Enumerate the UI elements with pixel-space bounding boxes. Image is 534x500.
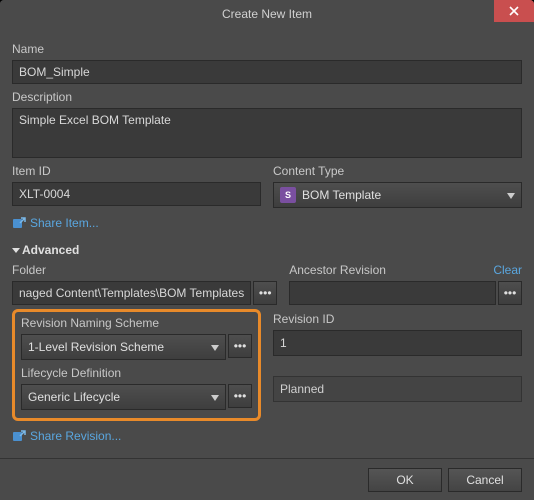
share-icon	[12, 216, 26, 230]
lifecycle-dropdown[interactable]: Generic Lifecycle	[21, 384, 226, 410]
state-display: Planned	[273, 376, 522, 402]
ancestor-input[interactable]	[289, 281, 496, 305]
description-input[interactable]: Simple Excel BOM Template	[12, 108, 522, 158]
folder-input[interactable]: naged Content\Templates\BOM Templates	[12, 281, 251, 305]
share-item-label: Share Item...	[30, 216, 99, 230]
bom-template-icon: S	[280, 187, 296, 203]
rev-id-input[interactable]	[273, 330, 522, 356]
ok-button[interactable]: OK	[368, 468, 442, 492]
content-type-dropdown[interactable]: S BOM Template	[273, 182, 522, 208]
cancel-button[interactable]: Cancel	[448, 468, 522, 492]
dialog-title: Create New Item	[222, 7, 312, 21]
share-item-link[interactable]: Share Item...	[12, 216, 99, 230]
content-type-value: BOM Template	[302, 188, 381, 202]
share-icon	[12, 429, 26, 443]
highlighted-section: Revision Naming Scheme 1-Level Revision …	[12, 309, 261, 421]
content-type-label: Content Type	[273, 164, 522, 178]
rev-scheme-label: Revision Naming Scheme	[21, 316, 252, 330]
chevron-down-icon	[211, 340, 219, 354]
name-label: Name	[12, 42, 522, 56]
share-revision-link[interactable]: Share Revision...	[12, 429, 121, 443]
share-revision-label: Share Revision...	[30, 429, 121, 443]
ancestor-browse-button[interactable]: •••	[498, 281, 522, 305]
ancestor-label: Ancestor Revision Clear	[289, 263, 522, 277]
rev-id-label: Revision ID	[273, 312, 522, 326]
rev-scheme-value: 1-Level Revision Scheme	[28, 340, 164, 354]
dialog: Create New Item Name Description Simple …	[0, 0, 534, 500]
chevron-down-icon	[211, 390, 219, 404]
folder-label: Folder	[12, 263, 277, 277]
titlebar: Create New Item	[0, 0, 534, 28]
lifecycle-label: Lifecycle Definition	[21, 366, 252, 380]
close-icon	[509, 6, 519, 16]
rev-scheme-browse-button[interactable]: •••	[228, 334, 252, 358]
rev-scheme-dropdown[interactable]: 1-Level Revision Scheme	[21, 334, 226, 360]
item-id-input[interactable]	[12, 182, 261, 206]
close-button[interactable]	[494, 0, 534, 22]
lifecycle-browse-button[interactable]: •••	[228, 384, 252, 408]
item-id-label: Item ID	[12, 164, 261, 178]
expand-icon	[12, 246, 20, 254]
name-input[interactable]	[12, 60, 522, 84]
folder-browse-button[interactable]: •••	[253, 281, 277, 305]
chevron-down-icon	[507, 188, 515, 202]
ancestor-clear-link[interactable]: Clear	[493, 263, 522, 277]
button-bar: OK Cancel	[0, 458, 534, 500]
advanced-toggle[interactable]: Advanced	[12, 243, 522, 257]
lifecycle-value: Generic Lifecycle	[28, 390, 120, 404]
description-label: Description	[12, 90, 522, 104]
content-area: Name Description Simple Excel BOM Templa…	[0, 28, 534, 458]
advanced-label: Advanced	[22, 243, 79, 257]
